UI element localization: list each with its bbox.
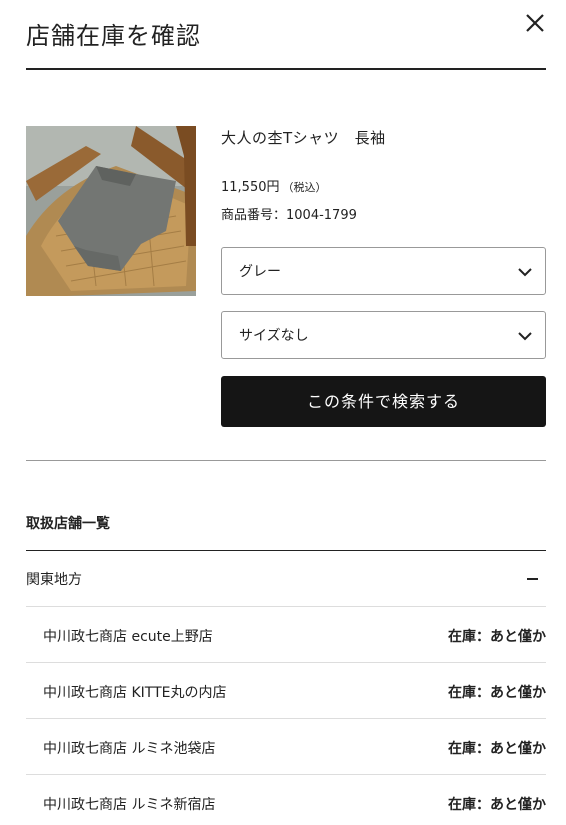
store-list-title: 取扱店舗一覧 (26, 516, 110, 532)
region-label: 関東地方 (26, 572, 82, 588)
store-row: 中川政七商店 ルミネ新宿店 在庫：あと僅か (26, 775, 546, 825)
size-select[interactable]: サイズなし (221, 311, 546, 359)
region-accordion-kanto[interactable]: 関東地方 (26, 551, 546, 607)
size-select-value: サイズなし (239, 328, 309, 344)
store-row: 中川政七商店 KITTE丸の内店 在庫：あと僅か (26, 663, 546, 719)
chevron-down-icon (518, 332, 532, 341)
search-button[interactable]: この条件で検索する (221, 376, 546, 427)
product-name: 大人の杢Tシャツ 長袖 (221, 129, 386, 147)
product-price: 11,550円 （税込） (221, 176, 327, 195)
minus-icon (527, 578, 538, 580)
stock-status: 在庫：あと僅か (448, 741, 546, 757)
color-select-value: グレー (239, 264, 281, 280)
color-select[interactable]: グレー (221, 247, 546, 295)
product-code: 商品番号：1004-1799 (221, 204, 357, 223)
store-name: 中川政七商店 ルミネ新宿店 (43, 797, 216, 813)
store-row: 中川政七商店 ecute上野店 在庫：あと僅か (26, 607, 546, 663)
store-name: 中川政七商店 ルミネ池袋店 (43, 741, 216, 757)
store-row: 中川政七商店 ルミネ池袋店 在庫：あと僅か (26, 719, 546, 775)
product-code-value: 1004-1799 (286, 208, 357, 223)
store-name: 中川政七商店 KITTE丸の内店 (43, 685, 227, 701)
stock-status: 在庫：あと僅か (448, 629, 546, 645)
chevron-down-icon (518, 268, 532, 277)
close-icon (526, 14, 544, 32)
product-image (26, 126, 196, 296)
stock-status: 在庫：あと僅か (448, 685, 546, 701)
store-name: 中川政七商店 ecute上野店 (43, 629, 213, 645)
modal-header: 店舗在庫を確認 (26, 0, 546, 70)
page-title: 店舗在庫を確認 (26, 22, 201, 50)
tax-note: （税込） (282, 181, 327, 194)
close-button[interactable] (524, 12, 546, 34)
price-value: 11,550円 (221, 180, 280, 195)
product-photo (26, 126, 196, 296)
product-code-label: 商品番号： (221, 208, 287, 223)
section-divider (26, 460, 546, 461)
stock-status: 在庫：あと僅か (448, 797, 546, 813)
